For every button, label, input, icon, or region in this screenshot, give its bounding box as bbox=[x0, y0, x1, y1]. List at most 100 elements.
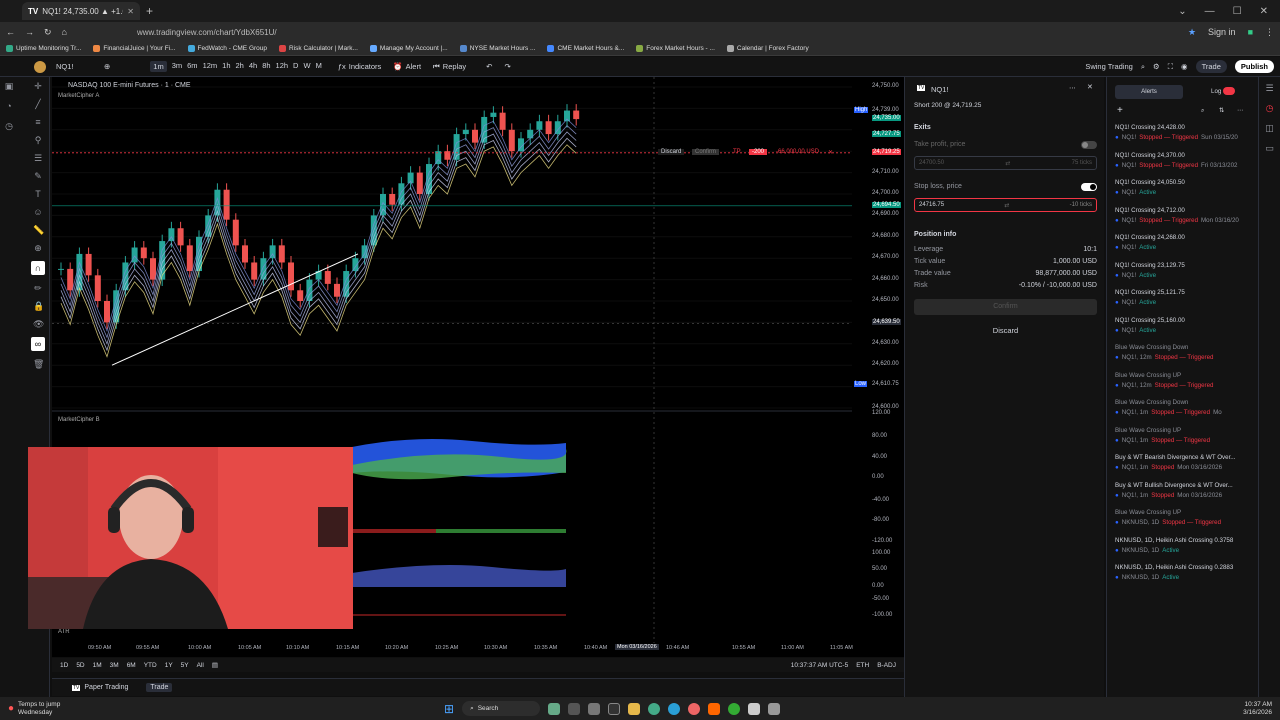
search-icon[interactable]: ⌕ bbox=[1141, 62, 1145, 72]
indicators-button[interactable]: ƒx Indicators bbox=[338, 62, 381, 71]
camera-icon[interactable]: ◉ bbox=[1181, 62, 1188, 71]
windows-start-icon[interactable]: ⊞ bbox=[444, 702, 454, 716]
settings-icon[interactable]: ⚙ bbox=[1153, 62, 1160, 71]
emoji-icon[interactable]: ☺ bbox=[33, 207, 43, 217]
range-ytd[interactable]: YTD bbox=[144, 662, 157, 669]
alert-list-item[interactable]: NQ1! Crossing 24,370.00 ● NQ1! Stopped — Tr… bbox=[1115, 152, 1257, 169]
undo-icon[interactable]: ↶ bbox=[486, 62, 492, 71]
magnet-icon[interactable]: ∩ bbox=[31, 261, 45, 275]
widgets-icon[interactable] bbox=[548, 702, 561, 715]
text-icon[interactable]: T bbox=[33, 189, 43, 199]
alert-list-item[interactable]: NQ1! Crossing 24,712.00 ● NQ1! Stopped — Tr… bbox=[1115, 207, 1257, 224]
star-icon[interactable]: ★ bbox=[1188, 27, 1196, 38]
timeframe-8h[interactable]: 8h bbox=[262, 61, 270, 72]
bookmark-item[interactable]: FinancialJuice | Your Fi... bbox=[93, 45, 176, 52]
redo-icon[interactable]: ↷ bbox=[504, 62, 510, 71]
bookmark-item[interactable]: Calendar | Forex Factory bbox=[726, 45, 809, 52]
add-alert-icon[interactable]: + bbox=[1117, 105, 1123, 116]
weather-widget[interactable]: ● Temps to jump Wednesday bbox=[8, 701, 60, 717]
add-symbol-icon[interactable]: ⊕ bbox=[104, 62, 110, 71]
alert-list-item[interactable]: NQ1! Crossing 23,129.75 ● NQ1! Active bbox=[1115, 262, 1257, 279]
bookmark-item[interactable]: FedWatch - CME Group bbox=[187, 45, 267, 52]
reload-icon[interactable]: ↻ bbox=[44, 27, 52, 38]
eye-icon[interactable]: 👁 bbox=[33, 319, 44, 329]
link-icon[interactable]: ∞ bbox=[31, 337, 45, 351]
alert-list-item[interactable]: NQ1! Crossing 24,050.50 ● NQ1! Active bbox=[1115, 179, 1257, 196]
timeframe-D[interactable]: D bbox=[293, 61, 298, 72]
timeframe-6m[interactable]: 6m bbox=[187, 61, 197, 72]
pencil-lock-icon[interactable]: ✏ bbox=[33, 283, 43, 293]
alert-list-item[interactable]: NQ1! Crossing 25,160.00 ● NQ1! Active bbox=[1115, 317, 1257, 334]
bookmark-item[interactable]: NYSE Market Hours ... bbox=[459, 45, 535, 52]
range-1d[interactable]: 1D bbox=[60, 662, 68, 669]
alert-list-item[interactable]: Blue Wave Crossing Down ● NQ1!, 1m Stopped … bbox=[1115, 399, 1257, 416]
bookmark-item[interactable]: Manage My Account |... bbox=[369, 45, 448, 52]
maximize-icon[interactable]: ☐ bbox=[1233, 6, 1242, 17]
taskbar-search[interactable]: ⌕ Search bbox=[462, 701, 541, 716]
bookmark-item[interactable]: Forex Market Hours - ... bbox=[636, 45, 715, 52]
order-confirm-button[interactable]: Confirm bbox=[692, 149, 720, 155]
sidebar-home-icon[interactable]: ▣ bbox=[4, 81, 14, 91]
range-5d[interactable]: 5D bbox=[76, 662, 84, 669]
tab-close-icon[interactable]: ✕ bbox=[127, 7, 134, 16]
store-icon[interactable] bbox=[748, 702, 761, 715]
timeframe-M[interactable]: M bbox=[316, 61, 322, 72]
order-close-panel-icon[interactable]: ✕ bbox=[1087, 83, 1093, 91]
alerts-search-icon[interactable]: ⌕ bbox=[1201, 107, 1204, 115]
range-3m[interactable]: 3M bbox=[110, 662, 119, 669]
alert-list-item[interactable]: Buy & WT Bullish Divergence & WT Over...… bbox=[1115, 482, 1257, 499]
range-1m[interactable]: 1M bbox=[93, 662, 102, 669]
alerts-clock-icon[interactable]: ◷ bbox=[1266, 103, 1274, 114]
sign-in-button[interactable]: Sign in bbox=[1208, 27, 1236, 37]
firefox-icon[interactable] bbox=[688, 702, 701, 715]
fullscreen-icon[interactable]: ⛶ bbox=[1168, 62, 1173, 72]
range-1y[interactable]: 1Y bbox=[165, 662, 173, 669]
calendar-icon[interactable]: ▤ bbox=[212, 661, 218, 669]
back-icon[interactable]: ← bbox=[6, 27, 15, 37]
trade-button[interactable]: Trade bbox=[1195, 60, 1227, 73]
order-tp-label[interactable]: TP bbox=[733, 149, 741, 155]
alerts-menu-icon[interactable]: ⋯ bbox=[1237, 107, 1243, 114]
alert-list-item[interactable]: NKNUSD, 1D, Heikin Ashi Crossing 0.2883 ●… bbox=[1115, 564, 1257, 581]
trendline-icon[interactable]: ╱ bbox=[33, 99, 43, 109]
confirm-button[interactable]: Confirm bbox=[914, 299, 1097, 315]
trash-icon[interactable]: 🗑 bbox=[33, 359, 44, 369]
timeframe-12m[interactable]: 12m bbox=[203, 61, 218, 72]
order-qty-label[interactable]: -200 bbox=[749, 149, 768, 155]
forward-icon[interactable]: → bbox=[25, 27, 34, 37]
extension-icon[interactable]: ■ bbox=[1248, 27, 1253, 37]
chat-icon[interactable]: ▭ bbox=[1265, 143, 1274, 154]
alert-list-item[interactable]: Blue Wave Crossing UP ● NQ1!, 1m Stopped — … bbox=[1115, 427, 1257, 444]
range-6m[interactable]: 6M bbox=[127, 662, 136, 669]
range-all[interactable]: All bbox=[197, 662, 204, 669]
bookmark-item[interactable]: CME Market Hours &... bbox=[547, 45, 624, 52]
timeframe-W[interactable]: W bbox=[303, 61, 310, 72]
home-icon[interactable]: ⌂ bbox=[62, 27, 67, 37]
chevron-down-icon[interactable]: ⌄ bbox=[1178, 6, 1186, 17]
alert-list-item[interactable]: NQ1! Crossing 24,268.00 ● NQ1! Active bbox=[1115, 234, 1257, 251]
close-window-icon[interactable]: ✕ bbox=[1260, 6, 1268, 17]
publish-button[interactable]: Publish bbox=[1234, 60, 1274, 73]
trade-tab[interactable]: Trade bbox=[146, 683, 173, 692]
channel-icon[interactable]: ☰ bbox=[33, 153, 43, 163]
range-5y[interactable]: 5Y bbox=[181, 662, 189, 669]
stop-loss-input[interactable]: 24716.75 ⇄ -10 ticks bbox=[914, 198, 1097, 212]
take-profit-toggle[interactable] bbox=[1081, 141, 1097, 149]
brush-icon[interactable]: ✎ bbox=[33, 171, 43, 181]
browser-tab[interactable]: TV NQ1! 24,735.00 ▲ +1.64% Swi ✕ bbox=[22, 2, 140, 20]
tab-alerts[interactable]: Alerts bbox=[1115, 85, 1183, 99]
chrome-icon[interactable] bbox=[648, 702, 661, 715]
menu-icon[interactable]: ⋮ bbox=[1265, 27, 1274, 38]
timeframe-1m[interactable]: 1m bbox=[150, 61, 167, 72]
adjustment-toggle[interactable]: B-ADJ bbox=[877, 662, 896, 669]
timeframe-3m[interactable]: 3m bbox=[172, 61, 182, 72]
timeframe-1h[interactable]: 1h bbox=[222, 61, 230, 72]
minimize-icon[interactable]: — bbox=[1205, 6, 1215, 17]
take-profit-input[interactable]: 24700.50 ⇄ 75 ticks bbox=[914, 156, 1097, 170]
watchlist-icon[interactable]: ☰ bbox=[1265, 83, 1273, 94]
discard-button[interactable]: Discard bbox=[914, 323, 1097, 339]
timeframe-4h[interactable]: 4h bbox=[249, 61, 257, 72]
lock-icon[interactable]: 🔒 bbox=[33, 301, 44, 311]
order-close-icon[interactable]: ✕ bbox=[828, 149, 833, 156]
alert-list-item[interactable]: Buy & WT Bearish Divergence & WT Over...… bbox=[1115, 454, 1257, 471]
